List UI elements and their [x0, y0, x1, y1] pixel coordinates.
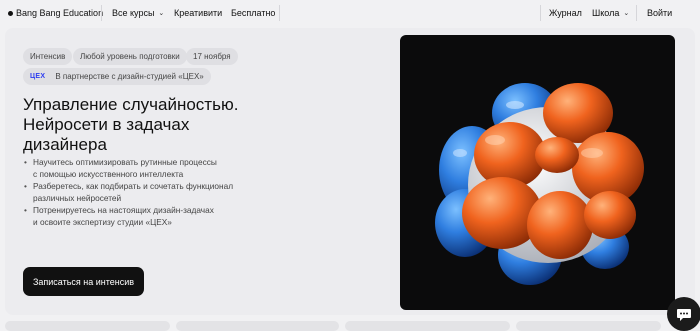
card-preview	[516, 321, 661, 331]
list-item-line: различных нейросетей	[33, 192, 122, 203]
title-line: Нейросети в задачах	[23, 115, 190, 134]
login-label: Войти	[647, 8, 673, 18]
partner-text: В партнерстве с дизайн-студией «ЦЕХ»	[55, 72, 204, 81]
list-item-line: с помощью искусственного интеллекта	[33, 168, 184, 179]
list-item-line: и освоите экспертизу студии «ЦЕХ»	[33, 216, 172, 227]
card-preview	[5, 321, 170, 331]
card-preview	[345, 321, 510, 331]
tag-format: Интенсив	[23, 48, 73, 65]
nav-free[interactable]: Бесплатно	[231, 8, 275, 18]
benefits-list: Научитесь оптимизировать рутинные процес…	[23, 157, 283, 229]
title-line: дизайнера	[23, 135, 107, 154]
divider	[636, 5, 637, 21]
divider	[279, 5, 280, 21]
inflated-sphere-illustration	[435, 83, 644, 285]
list-item-line: Разберетесь, как подбирать и сочетать фу…	[33, 181, 234, 191]
nav-school-label: Школа	[592, 8, 620, 18]
chevron-down-icon: ⌄	[623, 10, 630, 17]
hero-artwork	[400, 35, 675, 310]
tag-level: Любой уровень подготовки	[73, 48, 187, 65]
nav-creativity-label: Креативити	[174, 8, 223, 18]
chevron-down-icon: ⌄	[158, 10, 165, 17]
nav-journal[interactable]: Журнал	[549, 8, 582, 18]
brand-dot-icon	[8, 10, 13, 16]
top-navigation: Bang Bang Education Все курсы ⌄ Креативи…	[0, 0, 700, 27]
chat-button[interactable]	[667, 297, 700, 331]
partner-logo: ЦЕХ	[30, 73, 46, 80]
title-line: Управление случайностью.	[23, 95, 239, 114]
nav-creativity[interactable]: Креативити	[174, 8, 222, 18]
list-item-line: Потренируетесь на настоящих дизайн-задач…	[33, 205, 214, 215]
nav-school[interactable]: Школа ⌄	[592, 8, 629, 18]
list-item: Научитесь оптимизировать рутинные процес…	[23, 157, 283, 180]
list-item: Потренируетесь на настоящих дизайн-задач…	[23, 205, 283, 228]
divider	[540, 5, 541, 21]
brand-logo[interactable]: Bang Bang Education	[8, 8, 103, 18]
enroll-button[interactable]: Записаться на интенсив	[23, 267, 144, 296]
partner-badge: ЦЕХ В партнерстве с дизайн-студией «ЦЕХ»	[23, 68, 211, 85]
divider	[101, 5, 102, 21]
page-title: Управление случайностью. Нейросети в зад…	[23, 95, 273, 155]
nav-free-label: Бесплатно	[231, 8, 276, 18]
tag-date: 17 ноября	[186, 48, 238, 65]
brand-name: Bang Bang Education	[16, 8, 104, 18]
chat-icon	[677, 309, 691, 321]
list-item: Разберетесь, как подбирать и сочетать фу…	[23, 181, 283, 204]
card-preview	[176, 321, 339, 331]
nav-all-courses[interactable]: Все курсы ⌄	[112, 8, 164, 18]
nav-all-courses-label: Все курсы	[112, 8, 155, 18]
list-item-line: Научитесь оптимизировать рутинные процес…	[33, 157, 217, 167]
nav-journal-label: Журнал	[549, 8, 582, 18]
login-link[interactable]: Войти	[647, 8, 672, 18]
